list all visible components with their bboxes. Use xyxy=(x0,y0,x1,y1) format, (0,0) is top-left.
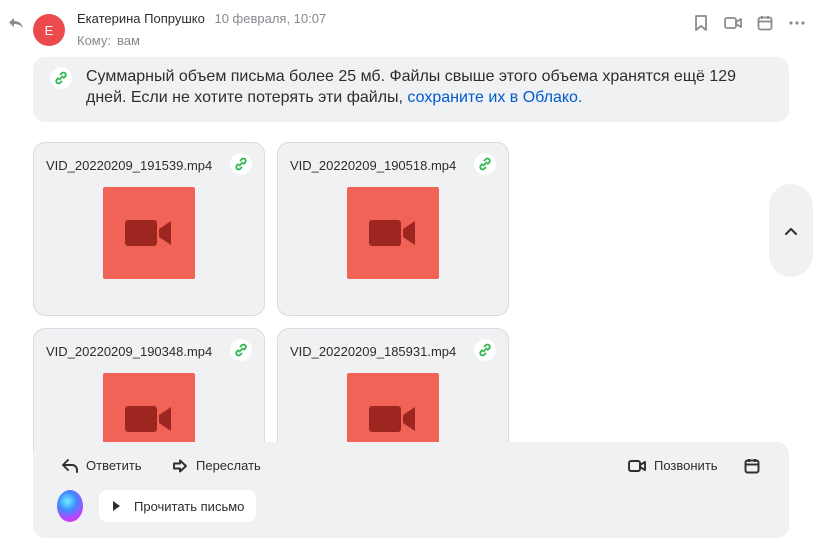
attachment-name: VID_20220209_190518.mp4 xyxy=(290,158,457,173)
forward-label: Переслать xyxy=(196,458,261,473)
sender-name[interactable]: Екатерина Попрушко xyxy=(77,11,205,26)
bookmark-icon[interactable] xyxy=(692,14,710,32)
reply-button[interactable]: Ответить xyxy=(62,458,142,473)
reply-label: Ответить xyxy=(86,458,142,473)
header-actions xyxy=(692,14,806,32)
attachment-card[interactable]: VID_20220209_190518.mp4 xyxy=(277,142,509,316)
cloud-link-icon[interactable] xyxy=(230,153,252,175)
video-file-thumbnail[interactable] xyxy=(347,187,439,279)
forward-button[interactable]: Переслать xyxy=(172,458,261,473)
reply-icon xyxy=(62,458,78,473)
voice-assistant-icon[interactable] xyxy=(57,490,83,522)
call-label: Позвонить xyxy=(654,458,718,473)
cloud-link-icon[interactable] xyxy=(474,339,496,361)
scroll-up-button[interactable] xyxy=(769,184,813,277)
calendar-icon xyxy=(744,459,760,474)
calendar-icon[interactable] xyxy=(756,14,774,32)
link-icon xyxy=(50,67,72,89)
save-to-cloud-link[interactable]: сохраните их в Облако. xyxy=(407,89,582,106)
back-arrow-icon[interactable] xyxy=(8,15,26,33)
attachment-name: VID_20220209_190348.mp4 xyxy=(46,344,213,359)
forward-icon xyxy=(173,459,187,472)
to-value[interactable]: вам xyxy=(117,33,140,48)
video-file-thumbnail[interactable] xyxy=(103,187,195,279)
read-aloud-button[interactable]: Прочитать письмо xyxy=(99,490,257,522)
video-camera-icon xyxy=(369,406,415,432)
add-to-calendar-button[interactable] xyxy=(744,458,768,474)
message-date: 10 февраля, 10:07 xyxy=(214,11,327,26)
avatar[interactable]: Е xyxy=(33,14,65,46)
video-call-icon[interactable] xyxy=(724,14,742,32)
cloud-link-icon[interactable] xyxy=(474,153,496,175)
notice-text: Суммарный объем письма более 25 мб. Файл… xyxy=(86,66,776,108)
video-camera-icon xyxy=(125,406,171,432)
cloud-link-icon[interactable] xyxy=(230,339,252,361)
sender-line: Екатерина Попрушко 10 февраля, 10:07 xyxy=(77,11,326,26)
more-icon[interactable] xyxy=(788,14,806,32)
recipient-line: Кому: вам xyxy=(77,33,140,48)
video-call-icon xyxy=(628,459,646,472)
chevron-up-icon xyxy=(785,227,797,235)
avatar-letter: Е xyxy=(44,22,54,38)
video-camera-icon xyxy=(369,220,415,246)
read-aloud-label: Прочитать письмо xyxy=(134,498,245,514)
video-camera-icon xyxy=(125,220,171,246)
attachment-name: VID_20220209_191539.mp4 xyxy=(46,158,213,173)
attachment-name: VID_20220209_185931.mp4 xyxy=(290,344,457,359)
play-icon xyxy=(113,501,120,511)
to-label: Кому: xyxy=(77,33,111,48)
call-button[interactable]: Позвонить xyxy=(628,458,718,473)
size-notice: Суммарный объем письма более 25 мб. Файл… xyxy=(33,57,789,122)
message-actions-panel: Ответить Переслать Позвонить Прочитать п… xyxy=(33,442,789,538)
attachment-card[interactable]: VID_20220209_191539.mp4 xyxy=(33,142,265,316)
